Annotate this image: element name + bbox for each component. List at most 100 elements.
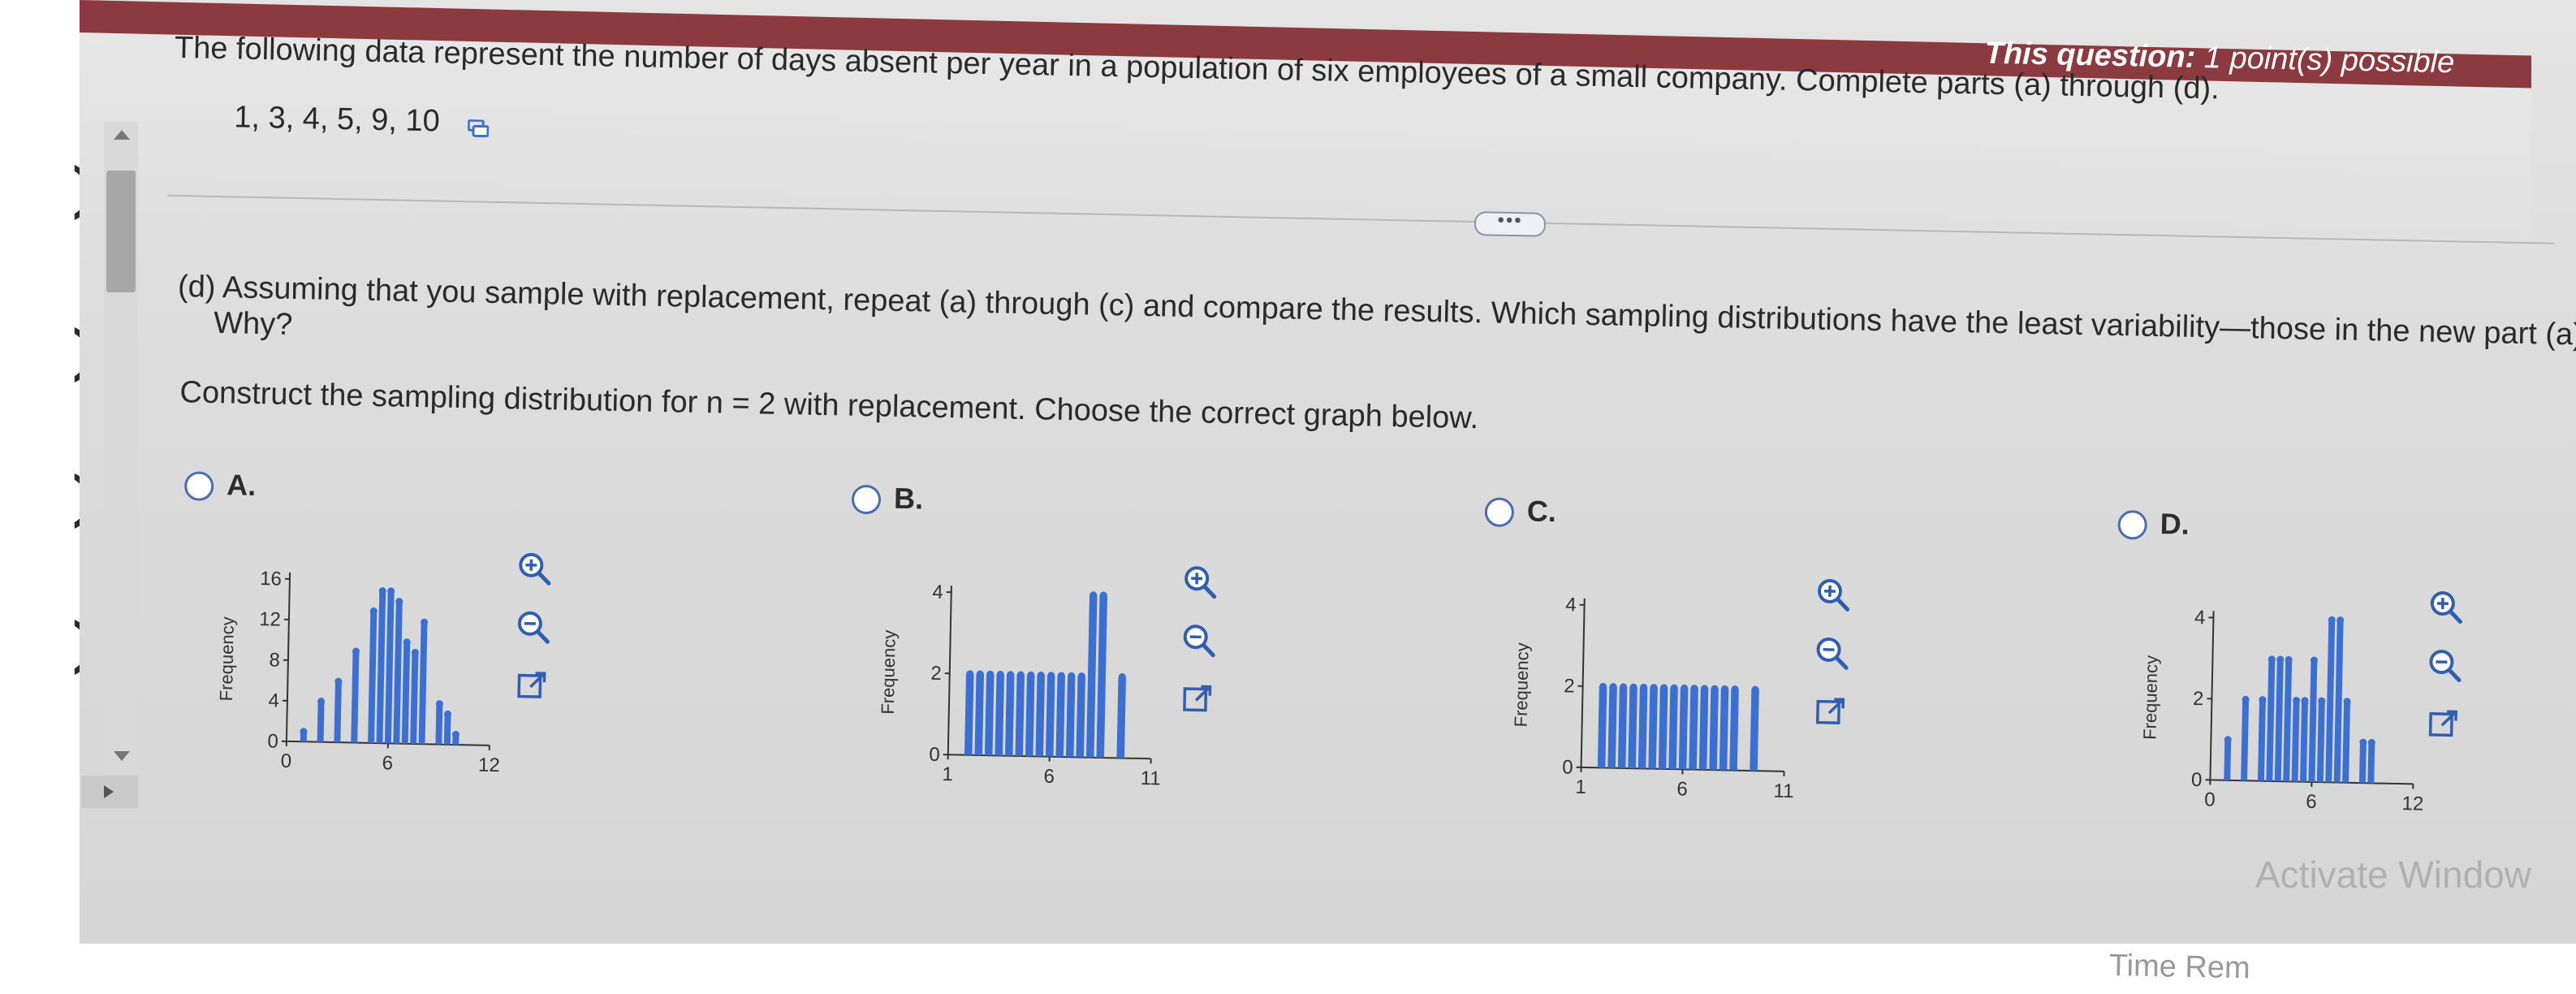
histogram-bar (1689, 689, 1698, 770)
x-tick-label: 1 (1575, 776, 1586, 798)
y-axis (287, 573, 290, 741)
x-tick-label: 6 (2306, 791, 2317, 813)
y-tick-label: 0 (2191, 769, 2203, 791)
histogram-bar (2359, 742, 2367, 783)
magnifier-handle (2449, 670, 2459, 680)
histogram-bar (1025, 675, 1035, 756)
histogram-bar (385, 591, 395, 744)
histogram-bar (334, 681, 341, 742)
zoom-in-icon[interactable] (513, 547, 556, 590)
histogram-bar (2266, 659, 2275, 781)
x-tick-label: 6 (1676, 778, 1688, 800)
histogram-bar (1066, 676, 1076, 757)
histogram-bar (985, 674, 995, 755)
histogram-bar (402, 642, 410, 744)
y-tick-label: 2 (930, 663, 942, 685)
y-axis-label: Frequency (2139, 655, 2161, 740)
histogram-bar (1076, 676, 1085, 757)
divider (167, 195, 2553, 244)
x-tick-label: 0 (2204, 789, 2216, 810)
external-link-icon[interactable] (1176, 677, 1219, 720)
histogram-bar (1015, 675, 1025, 756)
y-axis-label: Frequency (1511, 642, 1533, 727)
zoom-in-icon[interactable] (2424, 586, 2467, 629)
histogram-bar (1679, 688, 1689, 769)
zoom-in-icon[interactable] (1179, 560, 1222, 603)
x-tick-label: 11 (1773, 780, 1793, 802)
histogram-bar (444, 714, 451, 745)
histogram-bar (1628, 687, 1638, 768)
y-tick-label: 12 (259, 608, 281, 631)
radio-a[interactable] (184, 471, 214, 501)
question-intro: The following data represent the number … (175, 31, 2220, 107)
expand-more-button[interactable]: ••• (1474, 211, 1547, 237)
y-axis (1581, 599, 1585, 767)
histogram-bar (1638, 687, 1648, 768)
magnifier-handle (2450, 612, 2460, 621)
histogram-bar (317, 702, 325, 742)
zoom-in-icon[interactable] (1811, 573, 1854, 616)
radio-b[interactable] (852, 485, 882, 515)
histogram-bar (1750, 689, 1759, 771)
histogram-bar (1659, 688, 1668, 769)
copy-icon[interactable] (468, 119, 489, 138)
magnifier-handle (1836, 658, 1846, 668)
magnifier-handle (1838, 599, 1848, 609)
x-tick-label: 1 (942, 763, 953, 785)
radio-d[interactable] (2117, 510, 2147, 540)
y-axis (2210, 611, 2213, 780)
zoom-out-icon[interactable] (1810, 632, 1853, 675)
histogram-bar (1648, 688, 1658, 769)
x-tick-label: 12 (2401, 793, 2423, 815)
external-link-icon[interactable] (1810, 689, 1853, 733)
histogram-bar (377, 591, 386, 744)
histogram-bar (1035, 675, 1045, 756)
x-tick-label: 0 (280, 750, 291, 772)
y-tick-label: 0 (267, 730, 278, 752)
histogram-a: Frequency04812160612 (196, 537, 526, 803)
magnifier-handle (1205, 587, 1215, 597)
histogram-bar (974, 674, 984, 755)
part-d-prompt: (d) Assuming that you sample with replac… (178, 268, 2576, 355)
question-content: This question: 1 point(s) possible The f… (0, 0, 2576, 992)
magnifier-handle (539, 573, 549, 583)
x-tick-label: 6 (382, 752, 393, 774)
histogram-bar (1086, 595, 1098, 758)
histogram-bar (1618, 687, 1628, 768)
histogram-bar (419, 622, 428, 744)
histogram-b: Frequency0241611 (857, 550, 1187, 816)
zoom-out-icon[interactable] (511, 605, 554, 648)
histogram-bar (964, 674, 974, 755)
external-link-icon[interactable] (511, 663, 554, 707)
magnifier-handle (537, 632, 547, 642)
histogram-bar (1005, 675, 1015, 756)
histogram-bar (2241, 699, 2249, 780)
histogram-bar (351, 651, 359, 743)
histogram-bar (1055, 676, 1065, 757)
y-tick-label: 4 (268, 689, 279, 711)
y-tick-label: 0 (929, 744, 940, 766)
histogram-bar (393, 602, 402, 744)
histogram-d: Frequency0240612 (2120, 575, 2449, 841)
data-values: 1, 3, 4, 5, 9, 10 (234, 100, 440, 139)
histogram-bar (995, 674, 1004, 755)
zoom-out-icon[interactable] (2423, 644, 2466, 687)
histogram-bar (368, 611, 377, 743)
option-label: A. (227, 468, 257, 503)
option-label: B. (894, 482, 924, 516)
option-label: C. (1526, 494, 1556, 529)
y-tick-label: 4 (1565, 594, 1577, 616)
y-tick-label: 2 (2193, 688, 2204, 710)
histogram-bar (2342, 702, 2350, 783)
histogram-bar (410, 652, 418, 744)
histogram-bar (1598, 686, 1607, 767)
zoom-out-icon[interactable] (1177, 619, 1220, 662)
histogram-bar (2275, 659, 2284, 781)
magnifier-handle (1203, 645, 1213, 655)
external-link-icon[interactable] (2422, 702, 2465, 746)
histogram-bar (1699, 689, 1709, 770)
histogram-bar (435, 704, 442, 745)
histogram-bar (1096, 595, 1107, 758)
histogram-bar (2300, 701, 2308, 782)
radio-c[interactable] (1485, 497, 1515, 527)
